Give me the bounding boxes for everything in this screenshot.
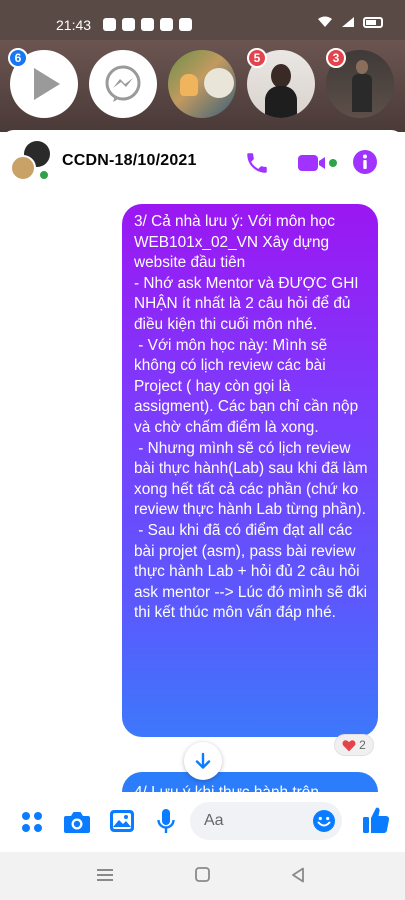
microphone-icon[interactable]	[156, 808, 176, 836]
recents-menu-icon[interactable]	[97, 868, 113, 882]
chat-notif-icon	[122, 18, 135, 31]
chat-head-messenger[interactable]	[89, 50, 157, 118]
game-notif-icon	[141, 18, 154, 31]
reaction-count: 2	[359, 738, 366, 752]
home-icon[interactable]	[195, 867, 210, 882]
signal-icon	[342, 17, 354, 27]
heart-icon	[342, 739, 356, 751]
reaction-badge[interactable]: 2	[334, 734, 374, 756]
status-time: 21:43	[56, 17, 92, 33]
gallery-icon[interactable]	[109, 809, 135, 833]
avatar-body-icon	[352, 74, 372, 112]
info-icon[interactable]	[352, 149, 378, 175]
message-text: 3/ Cả nhà lưu ý: Với môn học WEB101x_02_…	[134, 213, 368, 622]
chat-head-badge: 3	[326, 48, 346, 68]
video-call-icon[interactable]	[296, 151, 338, 175]
arrow-down-icon	[195, 752, 211, 769]
page-title[interactable]: CCDN-18/10/2021	[62, 152, 197, 170]
gallery-notif-icon	[179, 18, 192, 31]
person-photo-icon	[180, 74, 198, 96]
notification-icons	[103, 18, 192, 31]
message-input-placeholder: Aa	[204, 812, 224, 829]
messenger-icon	[105, 65, 141, 102]
online-dot-icon	[38, 169, 50, 181]
avatar-body-icon	[265, 86, 297, 118]
group-photo-icon	[204, 68, 234, 98]
messenger-notif-icon	[103, 18, 116, 31]
group-avatar-front	[10, 155, 36, 181]
menu-dots-icon[interactable]	[20, 810, 44, 834]
group-avatar[interactable]	[10, 141, 50, 181]
chat-head-badge: 5	[247, 48, 267, 68]
tiktok-notif-icon	[160, 18, 173, 31]
avatar-head-icon	[271, 64, 291, 88]
battery-icon	[363, 16, 383, 28]
like-icon[interactable]	[362, 805, 390, 835]
chat-header	[0, 130, 405, 192]
scroll-to-bottom-button[interactable]	[184, 742, 222, 780]
wifi-icon	[318, 16, 332, 27]
camera-icon[interactable]	[63, 809, 91, 835]
avatar-head-icon	[356, 60, 368, 74]
system-status	[317, 16, 383, 28]
emoji-icon[interactable]	[312, 809, 336, 833]
back-icon[interactable]	[291, 867, 305, 883]
phone-icon[interactable]	[244, 150, 270, 176]
chat-head-badge: 6	[8, 48, 28, 68]
chat-head-group[interactable]	[168, 50, 236, 118]
